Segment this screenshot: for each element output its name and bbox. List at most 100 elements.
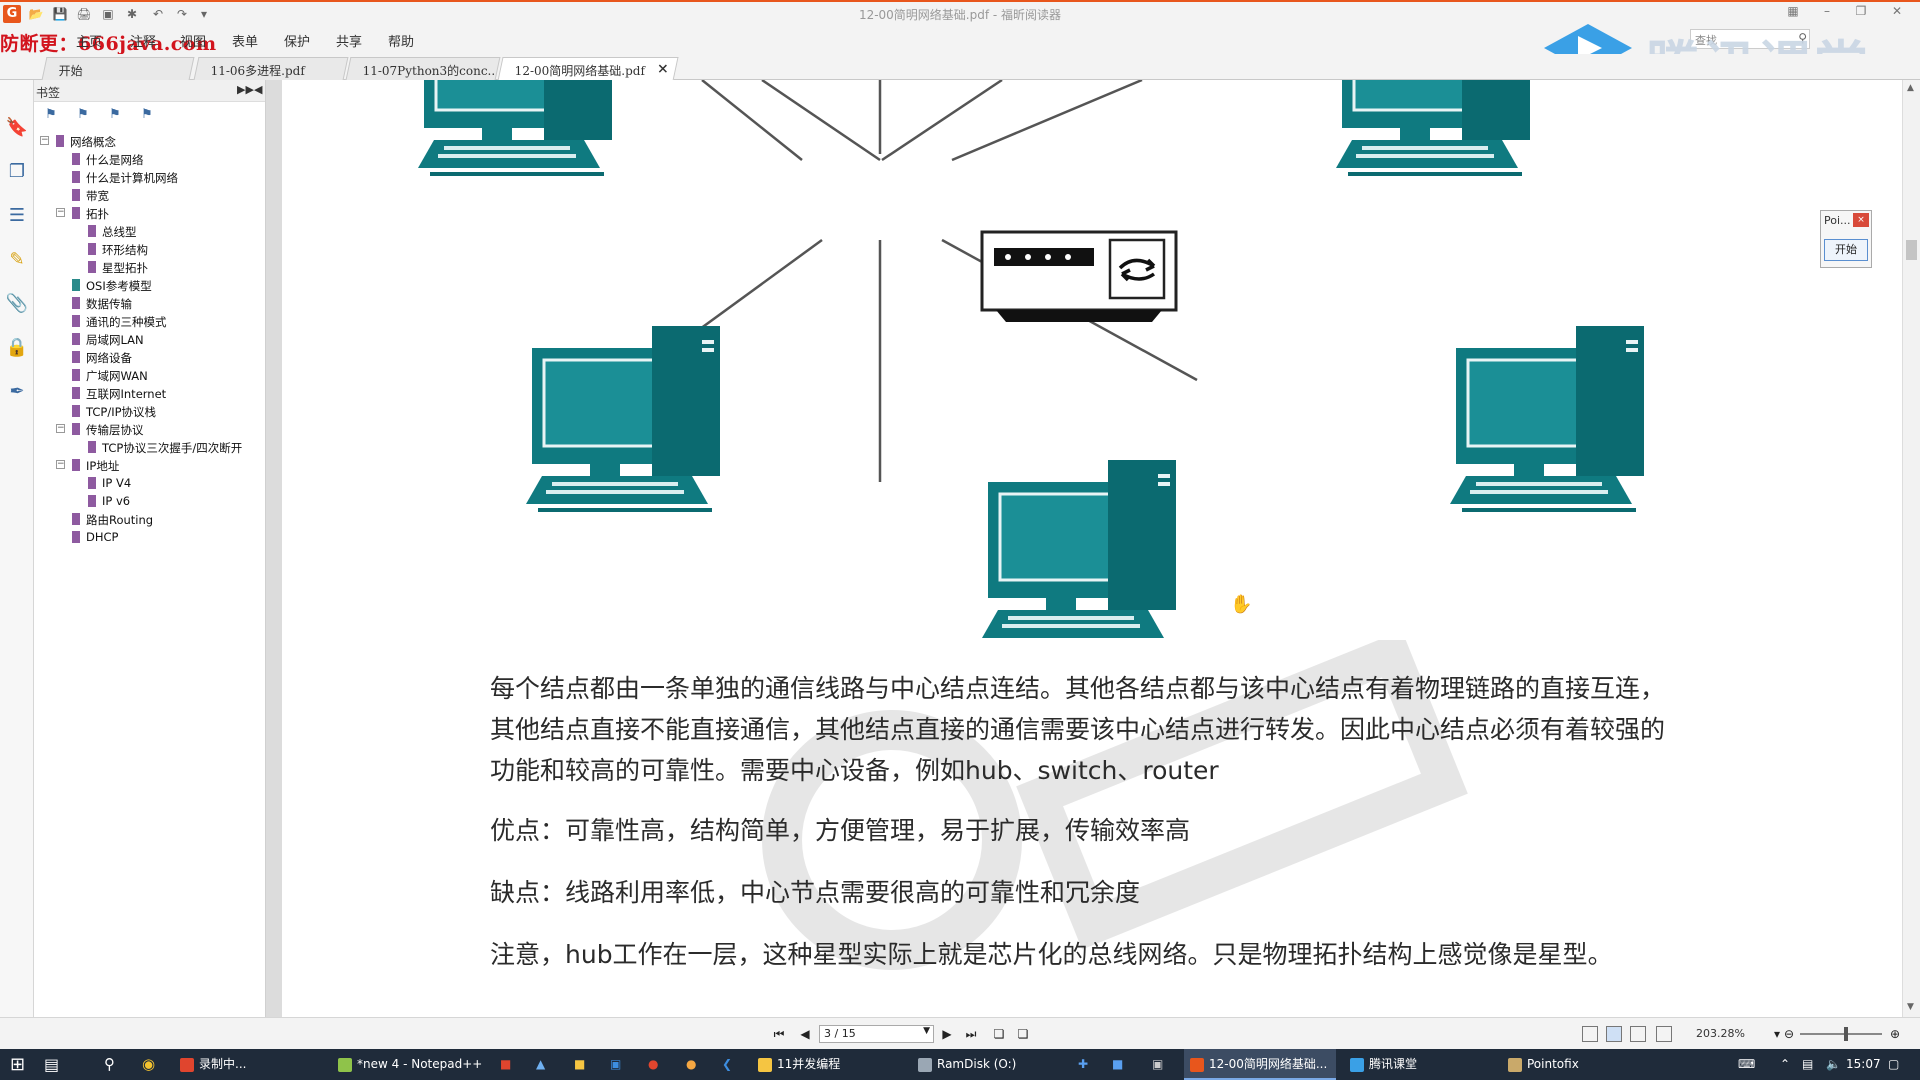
app-icon-8[interactable]: ■: [1112, 1049, 1123, 1080]
panel-splitter[interactable]: [266, 80, 282, 1017]
document-view[interactable]: 每个结点都由一条单独的通信线路与中心结点连结。其他各结点都与该中心结点有着物理链…: [282, 80, 1902, 1017]
panel-expand-icon[interactable]: ▶▶: [237, 83, 254, 96]
taskbar-folder-concurrency[interactable]: 11并发编程: [752, 1049, 902, 1080]
bookmark-item[interactable]: 广域网WAN: [34, 366, 266, 384]
bookmark-item[interactable]: 总线型: [34, 222, 266, 240]
bookmark-item[interactable]: 通讯的三种模式: [34, 312, 266, 330]
taskbar-tencent-classroom[interactable]: 腾讯课堂: [1344, 1049, 1494, 1080]
bookmark-item[interactable]: TCP协议三次握手/四次断开: [34, 438, 266, 456]
security-panel-icon[interactable]: 🔒: [5, 336, 29, 360]
bookmark-item[interactable]: 路由Routing: [34, 510, 266, 528]
bookmark-item[interactable]: 什么是网络: [34, 150, 266, 168]
bookmark-item[interactable]: DHCP: [34, 528, 266, 546]
zoom-in-icon[interactable]: ⊕: [1886, 1025, 1904, 1043]
bookmark-item[interactable]: TCP/IP协议栈: [34, 402, 266, 420]
bookmark-item[interactable]: 网络设备: [34, 348, 266, 366]
menu-form[interactable]: 表单: [232, 31, 258, 50]
tab-network-basics[interactable]: 12-00简明网络基础.pdf ×: [497, 57, 679, 81]
pycharm-icon[interactable]: ▣: [1152, 1049, 1163, 1080]
zoom-slider[interactable]: [1800, 1033, 1882, 1035]
bookmark-item[interactable]: 环形结构: [34, 240, 266, 258]
taskbar-foxit-reader[interactable]: 12-00简明网络基础...: [1184, 1049, 1336, 1080]
zoom-slider-thumb[interactable]: [1844, 1027, 1848, 1041]
tab-multiprocess[interactable]: 11-06多进程.pdf: [193, 57, 349, 80]
next-page-icon[interactable]: ▶: [938, 1025, 956, 1043]
bookmark-item[interactable]: − 拓扑: [34, 204, 266, 222]
layers-panel-icon[interactable]: ☰: [5, 204, 29, 228]
add-bookmark-icon[interactable]: ⚑: [106, 106, 124, 124]
page-number-input[interactable]: 3 / 15 ▼: [819, 1025, 934, 1043]
pointofix-start-button[interactable]: 开始: [1824, 239, 1868, 261]
comments-panel-icon[interactable]: ✎: [5, 248, 29, 272]
menu-share[interactable]: 共享: [336, 31, 362, 50]
tray-expand-icon[interactable]: ⌃: [1780, 1049, 1790, 1080]
keyboard-tray-icon[interactable]: ⌨: [1738, 1049, 1755, 1080]
menu-view[interactable]: 视图: [180, 31, 206, 50]
previous-view-icon[interactable]: ❏: [990, 1025, 1008, 1043]
menu-help[interactable]: 帮助: [388, 31, 414, 50]
tree-toggle-icon[interactable]: −: [56, 208, 65, 217]
bookmark-item[interactable]: IP V4: [34, 474, 266, 492]
bookmark-item[interactable]: OSI参考模型: [34, 276, 266, 294]
taskbar-notepad[interactable]: *new 4 - Notepad++: [332, 1049, 490, 1080]
previous-page-icon[interactable]: ◀: [796, 1025, 814, 1043]
menu-protect[interactable]: 保护: [284, 31, 310, 50]
vertical-scrollbar[interactable]: ▲ ▼: [1902, 80, 1920, 1017]
signature-panel-icon[interactable]: ✒: [5, 380, 29, 404]
tab-python3-conc[interactable]: 11-07Python3的conc...: [345, 57, 501, 80]
bookmark-item[interactable]: IP v6: [34, 492, 266, 510]
search-taskbar-icon[interactable]: ⚲: [104, 1049, 115, 1080]
windows-start-icon[interactable]: ⊞: [10, 1049, 25, 1080]
close-window-button[interactable]: ✕: [1884, 4, 1910, 22]
app-icon-4[interactable]: ▣: [610, 1049, 621, 1080]
scroll-thumb[interactable]: [1906, 240, 1917, 260]
scroll-up-icon[interactable]: ▲: [1907, 83, 1914, 93]
tab-start[interactable]: 开始: [41, 57, 195, 80]
taskbar-ramdisk[interactable]: RamDisk (O:): [912, 1049, 1062, 1080]
bookmark-item[interactable]: − IP地址: [34, 456, 266, 474]
continuous-view-icon[interactable]: [1606, 1026, 1622, 1042]
scroll-down-icon[interactable]: ▼: [1907, 1002, 1914, 1012]
tree-toggle-icon[interactable]: −: [56, 460, 65, 469]
pointofix-close-button[interactable]: ×: [1853, 213, 1869, 227]
expand-all-bookmarks-icon[interactable]: ⚑: [42, 106, 60, 124]
clock[interactable]: 15:07: [1846, 1049, 1881, 1080]
pages-panel-icon[interactable]: ❐: [5, 160, 29, 184]
network-tray-icon[interactable]: ▤: [1802, 1049, 1813, 1080]
single-page-view-icon[interactable]: [1582, 1026, 1598, 1042]
zoom-out-icon[interactable]: ⊖: [1780, 1025, 1798, 1043]
bookmark-item[interactable]: 数据传输: [34, 294, 266, 312]
bookmark-item[interactable]: − 传输层协议: [34, 420, 266, 438]
app-icon-2[interactable]: ▲: [536, 1049, 545, 1080]
facing-view-icon[interactable]: [1630, 1026, 1646, 1042]
bookmark-item[interactable]: − 网络概念: [34, 132, 266, 150]
app-icon-6[interactable]: ●: [686, 1049, 696, 1080]
app-icon-3[interactable]: ■: [574, 1049, 585, 1080]
chrome-icon[interactable]: ◉: [142, 1049, 155, 1080]
menu-home[interactable]: 主页: [76, 31, 102, 50]
zoom-level[interactable]: 203.28%: [1696, 1027, 1745, 1040]
bookmark-item[interactable]: 互联网Internet: [34, 384, 266, 402]
tree-toggle-icon[interactable]: −: [56, 424, 65, 433]
task-view-icon[interactable]: ▤: [44, 1049, 59, 1080]
app-icon-7[interactable]: ✚: [1078, 1049, 1088, 1080]
attachments-panel-icon[interactable]: 📎: [5, 292, 29, 316]
bookmark-item[interactable]: 局域网LAN: [34, 330, 266, 348]
continuous-facing-view-icon[interactable]: [1656, 1026, 1672, 1042]
next-view-icon[interactable]: ❏: [1014, 1025, 1032, 1043]
app-icon-1[interactable]: ■: [500, 1049, 511, 1080]
taskbar-recording[interactable]: 录制中...: [174, 1049, 324, 1080]
tree-toggle-icon[interactable]: −: [40, 136, 49, 145]
app-icon-5[interactable]: ●: [648, 1049, 658, 1080]
panel-collapse-icon[interactable]: ◀: [254, 83, 262, 96]
last-page-icon[interactable]: ⏭: [962, 1025, 980, 1043]
notification-icon[interactable]: ▢: [1888, 1049, 1899, 1080]
first-page-icon[interactable]: ⏮: [770, 1025, 788, 1043]
bookmark-panel-icon[interactable]: 🔖: [5, 116, 29, 140]
close-tab-icon[interactable]: ×: [657, 61, 669, 77]
bookmark-item[interactable]: 什么是计算机网络: [34, 168, 266, 186]
page-dropdown-icon[interactable]: ▼: [923, 1026, 930, 1036]
delete-bookmark-icon[interactable]: ⚑: [138, 106, 156, 124]
vscode-icon[interactable]: ❮: [722, 1049, 732, 1080]
bookmark-item[interactable]: 星型拓扑: [34, 258, 266, 276]
